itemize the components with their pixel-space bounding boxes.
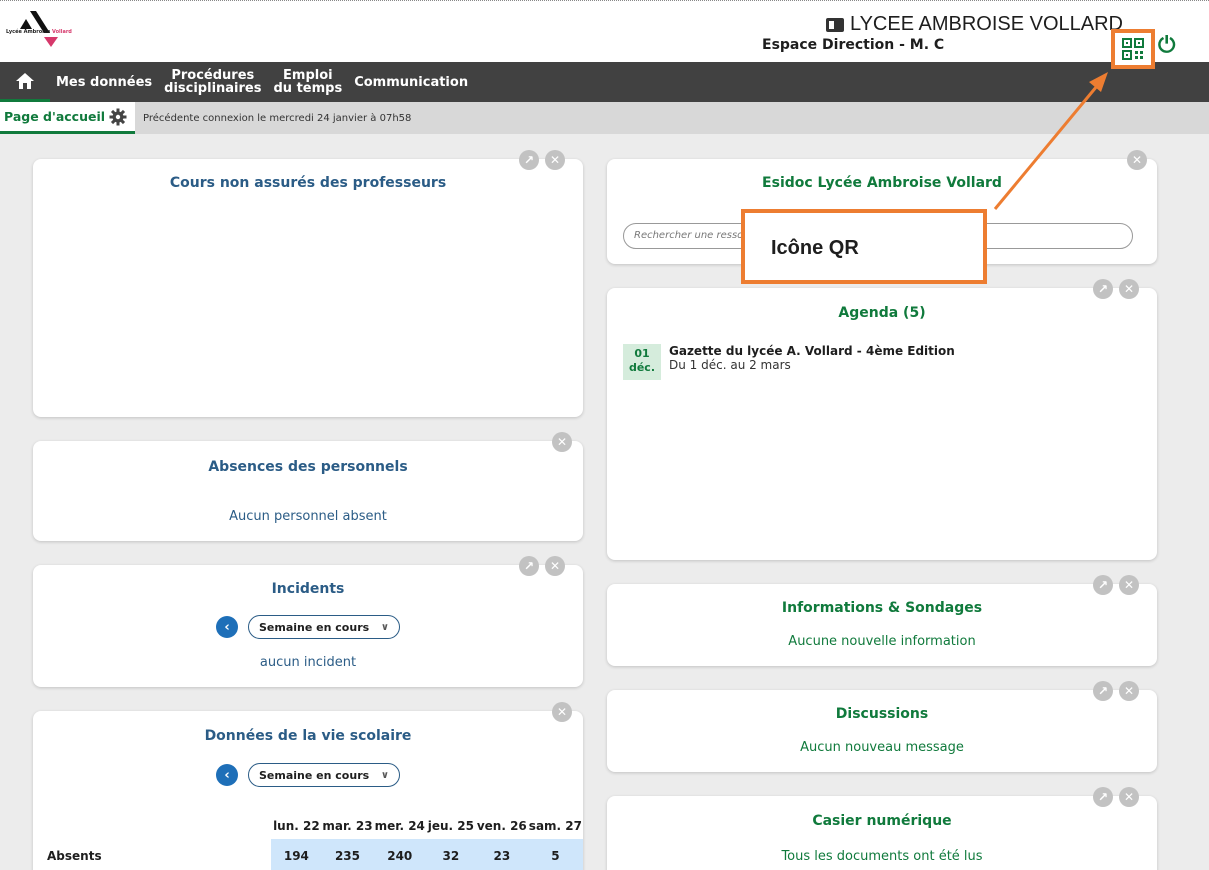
event-range: Du 1 déc. au 2 mars	[669, 358, 791, 372]
week-selector: ‹ Semaine en cours ∨	[33, 615, 583, 639]
widget-controls: ↗ ✕	[1093, 575, 1139, 595]
nav-home-button[interactable]	[0, 62, 50, 102]
table-cell[interactable]: 32	[425, 839, 476, 870]
widget-title: Discussions	[835, 706, 929, 722]
widget-agenda: Agenda (5) 01 déc. Gazette du lycée A. V…	[607, 288, 1157, 560]
chevron-down-icon: ∨	[380, 769, 389, 781]
widget-title: Absences des personnels	[208, 459, 408, 475]
widget-controls: ↗ ✕	[1093, 787, 1139, 807]
power-icon[interactable]: ⏻	[1158, 35, 1175, 57]
table-row: Absents 194 235 240 32 23 5	[47, 839, 583, 870]
expand-icon[interactable]: ↗	[1093, 575, 1113, 595]
event-date-badge: 01 déc.	[623, 344, 661, 380]
table-cell[interactable]: 194	[271, 839, 322, 870]
annotation-callout: Icône QR	[741, 209, 987, 284]
expand-icon[interactable]: ↗	[1093, 787, 1113, 807]
expand-icon[interactable]: ↗	[519, 150, 539, 170]
widget-incidents: Incidents ‹ Semaine en cours ∨ aucun inc…	[33, 565, 583, 687]
home-icon	[16, 72, 34, 89]
table-header-row: lun. 22 mar. 23 mer. 24 jeu. 25 ven. 26 …	[47, 813, 583, 839]
table-cell[interactable]: 240	[373, 839, 426, 870]
top-header: Lycée Ambroise Vollard LYCEE AMBROISE VO…	[0, 0, 1209, 69]
expand-icon[interactable]: ↗	[1093, 279, 1113, 299]
close-icon[interactable]: ✕	[1119, 575, 1139, 595]
nav-item-procedures[interactable]: Procédures disciplinaires	[158, 69, 267, 95]
widget-controls: ✕	[552, 432, 572, 452]
widget-controls: ↗ ✕	[519, 556, 565, 576]
agenda-event[interactable]: 01 déc. Gazette du lycée A. Vollard - 4è…	[623, 344, 955, 380]
expand-icon[interactable]: ↗	[1093, 681, 1113, 701]
day-header: lun. 22	[273, 819, 320, 833]
logo-text: Lycée Ambroise Vollard	[6, 29, 72, 35]
widget-title: Agenda (5)	[838, 305, 926, 321]
school-name: LYCEE AMBROISE VOLLARD	[825, 13, 1123, 36]
widget-title: Données de la vie scolaire	[204, 728, 412, 744]
sub-nav: Page d'accueil Précédente connexion le m…	[0, 102, 1209, 134]
widget-cours-non-assures: Cours non assurés des professeurs	[33, 159, 583, 417]
table-cell[interactable]: 235	[321, 839, 374, 870]
widget-title: Incidents	[271, 581, 345, 597]
widget-message: Tous les documents ont été lus	[781, 849, 983, 864]
close-icon[interactable]: ✕	[1119, 787, 1139, 807]
close-icon[interactable]: ✕	[1119, 681, 1139, 701]
widget-message: aucun incident	[259, 655, 357, 670]
widget-vie-scolaire: Données de la vie scolaire ‹ Semaine en …	[33, 711, 583, 870]
widget-controls: ✕	[1127, 150, 1147, 170]
period-select[interactable]: Semaine en cours ∨	[248, 615, 400, 639]
day-header: mer. 24	[374, 819, 425, 833]
widget-title: Informations & Sondages	[781, 600, 983, 616]
day-header: sam. 27	[528, 819, 582, 833]
close-icon[interactable]: ✕	[552, 702, 572, 722]
widget-discussions: Discussions Aucun nouveau message	[607, 690, 1157, 772]
tab-label: Page d'accueil	[4, 109, 106, 124]
day-header: mar. 23	[322, 819, 373, 833]
widget-title: Cours non assurés des professeurs	[169, 175, 447, 191]
chevron-left-icon[interactable]: ‹	[216, 764, 238, 786]
close-icon[interactable]: ✕	[545, 556, 565, 576]
widget-absences-personnels: Absences des personnels Aucun personnel …	[33, 441, 583, 541]
tab-page-accueil[interactable]: Page d'accueil	[0, 102, 136, 134]
nav-item-mes-donnees[interactable]: Mes données	[50, 76, 158, 89]
previous-connection: Précédente connexion le mercredi 24 janv…	[143, 112, 412, 124]
event-title: Gazette du lycée A. Vollard - 4ème Editi…	[669, 344, 955, 358]
expand-icon[interactable]: ↗	[519, 556, 539, 576]
chevron-down-icon: ∨	[380, 621, 389, 633]
widget-title: Casier numérique	[812, 813, 952, 829]
widget-casier-numerique: Casier numérique Tous les documents ont …	[607, 796, 1157, 870]
widget-controls: ↗ ✕	[519, 150, 565, 170]
chevron-left-icon[interactable]: ‹	[216, 616, 238, 638]
annotation-label: Icône QR	[771, 237, 859, 259]
vie-scolaire-table: lun. 22 mar. 23 mer. 24 jeu. 25 ven. 26 …	[47, 813, 583, 870]
week-selector: ‹ Semaine en cours ∨	[33, 763, 583, 787]
widget-title: Esidoc Lycée Ambroise Vollard	[762, 175, 1002, 191]
day-header: jeu. 25	[427, 819, 474, 833]
qr-code-button[interactable]	[1111, 29, 1155, 69]
table-cell[interactable]: 23	[475, 839, 528, 870]
widget-informations-sondages: Informations & Sondages Aucune nouvelle …	[607, 584, 1157, 666]
widget-controls: ✕	[552, 702, 572, 722]
widget-message: Aucun nouveau message	[800, 740, 964, 755]
table-cell[interactable]: 5	[527, 839, 583, 870]
widget-controls: ↗ ✕	[1093, 279, 1139, 299]
gear-icon[interactable]	[109, 108, 127, 126]
day-header: ven. 26	[476, 819, 527, 833]
main-nav: Mes données Procédures disciplinaires Em…	[0, 62, 1209, 102]
close-icon[interactable]: ✕	[552, 432, 572, 452]
widget-controls: ↗ ✕	[1093, 681, 1139, 701]
nav-item-emploi-du-temps[interactable]: Emploi du temps	[267, 69, 348, 95]
row-label: Absents	[47, 849, 102, 863]
close-icon[interactable]: ✕	[545, 150, 565, 170]
widget-message: Aucune nouvelle information	[788, 634, 976, 649]
nav-item-communication[interactable]: Communication	[348, 76, 474, 89]
close-icon[interactable]: ✕	[1127, 150, 1147, 170]
close-icon[interactable]: ✕	[1119, 279, 1139, 299]
qr-code-icon	[1122, 38, 1144, 60]
period-select[interactable]: Semaine en cours ∨	[248, 763, 400, 787]
widget-message: Aucun personnel absent	[229, 509, 387, 524]
id-card-icon	[825, 17, 844, 32]
space-label: Espace Direction - M. C	[762, 37, 945, 53]
